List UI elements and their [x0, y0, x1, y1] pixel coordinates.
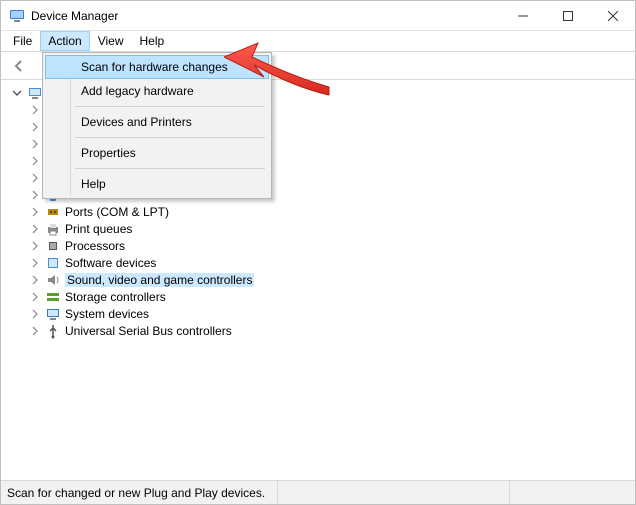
action-menu-dropdown: Scan for hardware changes Add legacy hard… [42, 52, 272, 199]
back-button[interactable] [7, 54, 31, 78]
menu-separator [75, 168, 265, 169]
cpu-icon [45, 238, 61, 254]
menu-item-label: Devices and Printers [81, 115, 192, 129]
sound-icon [45, 272, 61, 288]
tree-item-label: Storage controllers [65, 290, 166, 304]
expand-icon[interactable] [29, 155, 41, 167]
menu-help[interactable]: Help [132, 31, 173, 51]
menu-item-label: Add legacy hardware [81, 84, 194, 98]
printer-icon [45, 221, 61, 237]
menubar: File Action View Help [1, 31, 635, 52]
titlebar: Device Manager [1, 1, 635, 31]
tree-item-label: Universal Serial Bus controllers [65, 324, 232, 338]
expand-icon[interactable] [29, 325, 41, 337]
expand-icon[interactable] [29, 257, 41, 269]
tree-item-system-devices[interactable]: System devices [25, 305, 635, 322]
tree-item-sound-video-and-game-controllers[interactable]: Sound, video and game controllers [25, 271, 635, 288]
expand-icon[interactable] [29, 308, 41, 320]
tree-item-label: Sound, video and game controllers [65, 273, 254, 287]
menu-item-label: Scan for hardware changes [81, 60, 228, 74]
status-text: Scan for changed or new Plug and Play de… [7, 486, 265, 500]
menu-item-properties[interactable]: Properties [73, 141, 269, 165]
tree-item-print-queues[interactable]: Print queues [25, 220, 635, 237]
software-icon [45, 255, 61, 271]
statusbar: Scan for changed or new Plug and Play de… [1, 480, 635, 504]
tree-item-label: Print queues [65, 222, 132, 236]
minimize-button[interactable] [500, 1, 545, 31]
collapse-icon[interactable] [11, 87, 23, 99]
tree-item-storage-controllers[interactable]: Storage controllers [25, 288, 635, 305]
menu-item-devices-and-printers[interactable]: Devices and Printers [73, 110, 269, 134]
expand-icon[interactable] [29, 223, 41, 235]
tree-item-software-devices[interactable]: Software devices [25, 254, 635, 271]
window-title: Device Manager [31, 9, 118, 23]
tree-item-label: System devices [65, 307, 149, 321]
tree-item-label: Software devices [65, 256, 156, 270]
usb-icon [45, 323, 61, 339]
expand-icon[interactable] [29, 274, 41, 286]
system-icon [45, 306, 61, 322]
device-manager-icon [9, 8, 25, 24]
expand-icon[interactable] [29, 189, 41, 201]
tree-item-label: Processors [65, 239, 125, 253]
menu-item-add-legacy-hardware[interactable]: Add legacy hardware [73, 79, 269, 103]
menu-item-help[interactable]: Help [73, 172, 269, 196]
expand-icon[interactable] [29, 172, 41, 184]
menu-item-label: Properties [81, 146, 136, 160]
menu-view[interactable]: View [90, 31, 132, 51]
menu-item-scan-for-hardware-changes[interactable]: Scan for hardware changes [45, 55, 269, 79]
menu-action[interactable]: Action [40, 31, 89, 51]
menu-action-label: Action [48, 34, 81, 48]
maximize-button[interactable] [545, 1, 590, 31]
tree-item-universal-serial-bus-controllers[interactable]: Universal Serial Bus controllers [25, 322, 635, 339]
close-button[interactable] [590, 1, 635, 31]
expand-icon[interactable] [29, 240, 41, 252]
expand-icon[interactable] [29, 138, 41, 150]
menu-view-label: View [98, 34, 124, 48]
expand-icon[interactable] [29, 121, 41, 133]
expand-icon[interactable] [29, 104, 41, 116]
menu-item-label: Help [81, 177, 106, 191]
port-icon [45, 204, 61, 220]
storage-icon [45, 289, 61, 305]
expand-icon[interactable] [29, 291, 41, 303]
computer-icon [27, 85, 43, 101]
menu-file-label: File [13, 34, 32, 48]
tree-item-processors[interactable]: Processors [25, 237, 635, 254]
menu-help-label: Help [140, 34, 165, 48]
tree-item-label: Ports (COM & LPT) [65, 205, 169, 219]
menu-separator [75, 137, 265, 138]
menu-file[interactable]: File [5, 31, 40, 51]
menu-separator [75, 106, 265, 107]
expand-icon[interactable] [29, 206, 41, 218]
tree-item-ports-com-lpt-[interactable]: Ports (COM & LPT) [25, 203, 635, 220]
